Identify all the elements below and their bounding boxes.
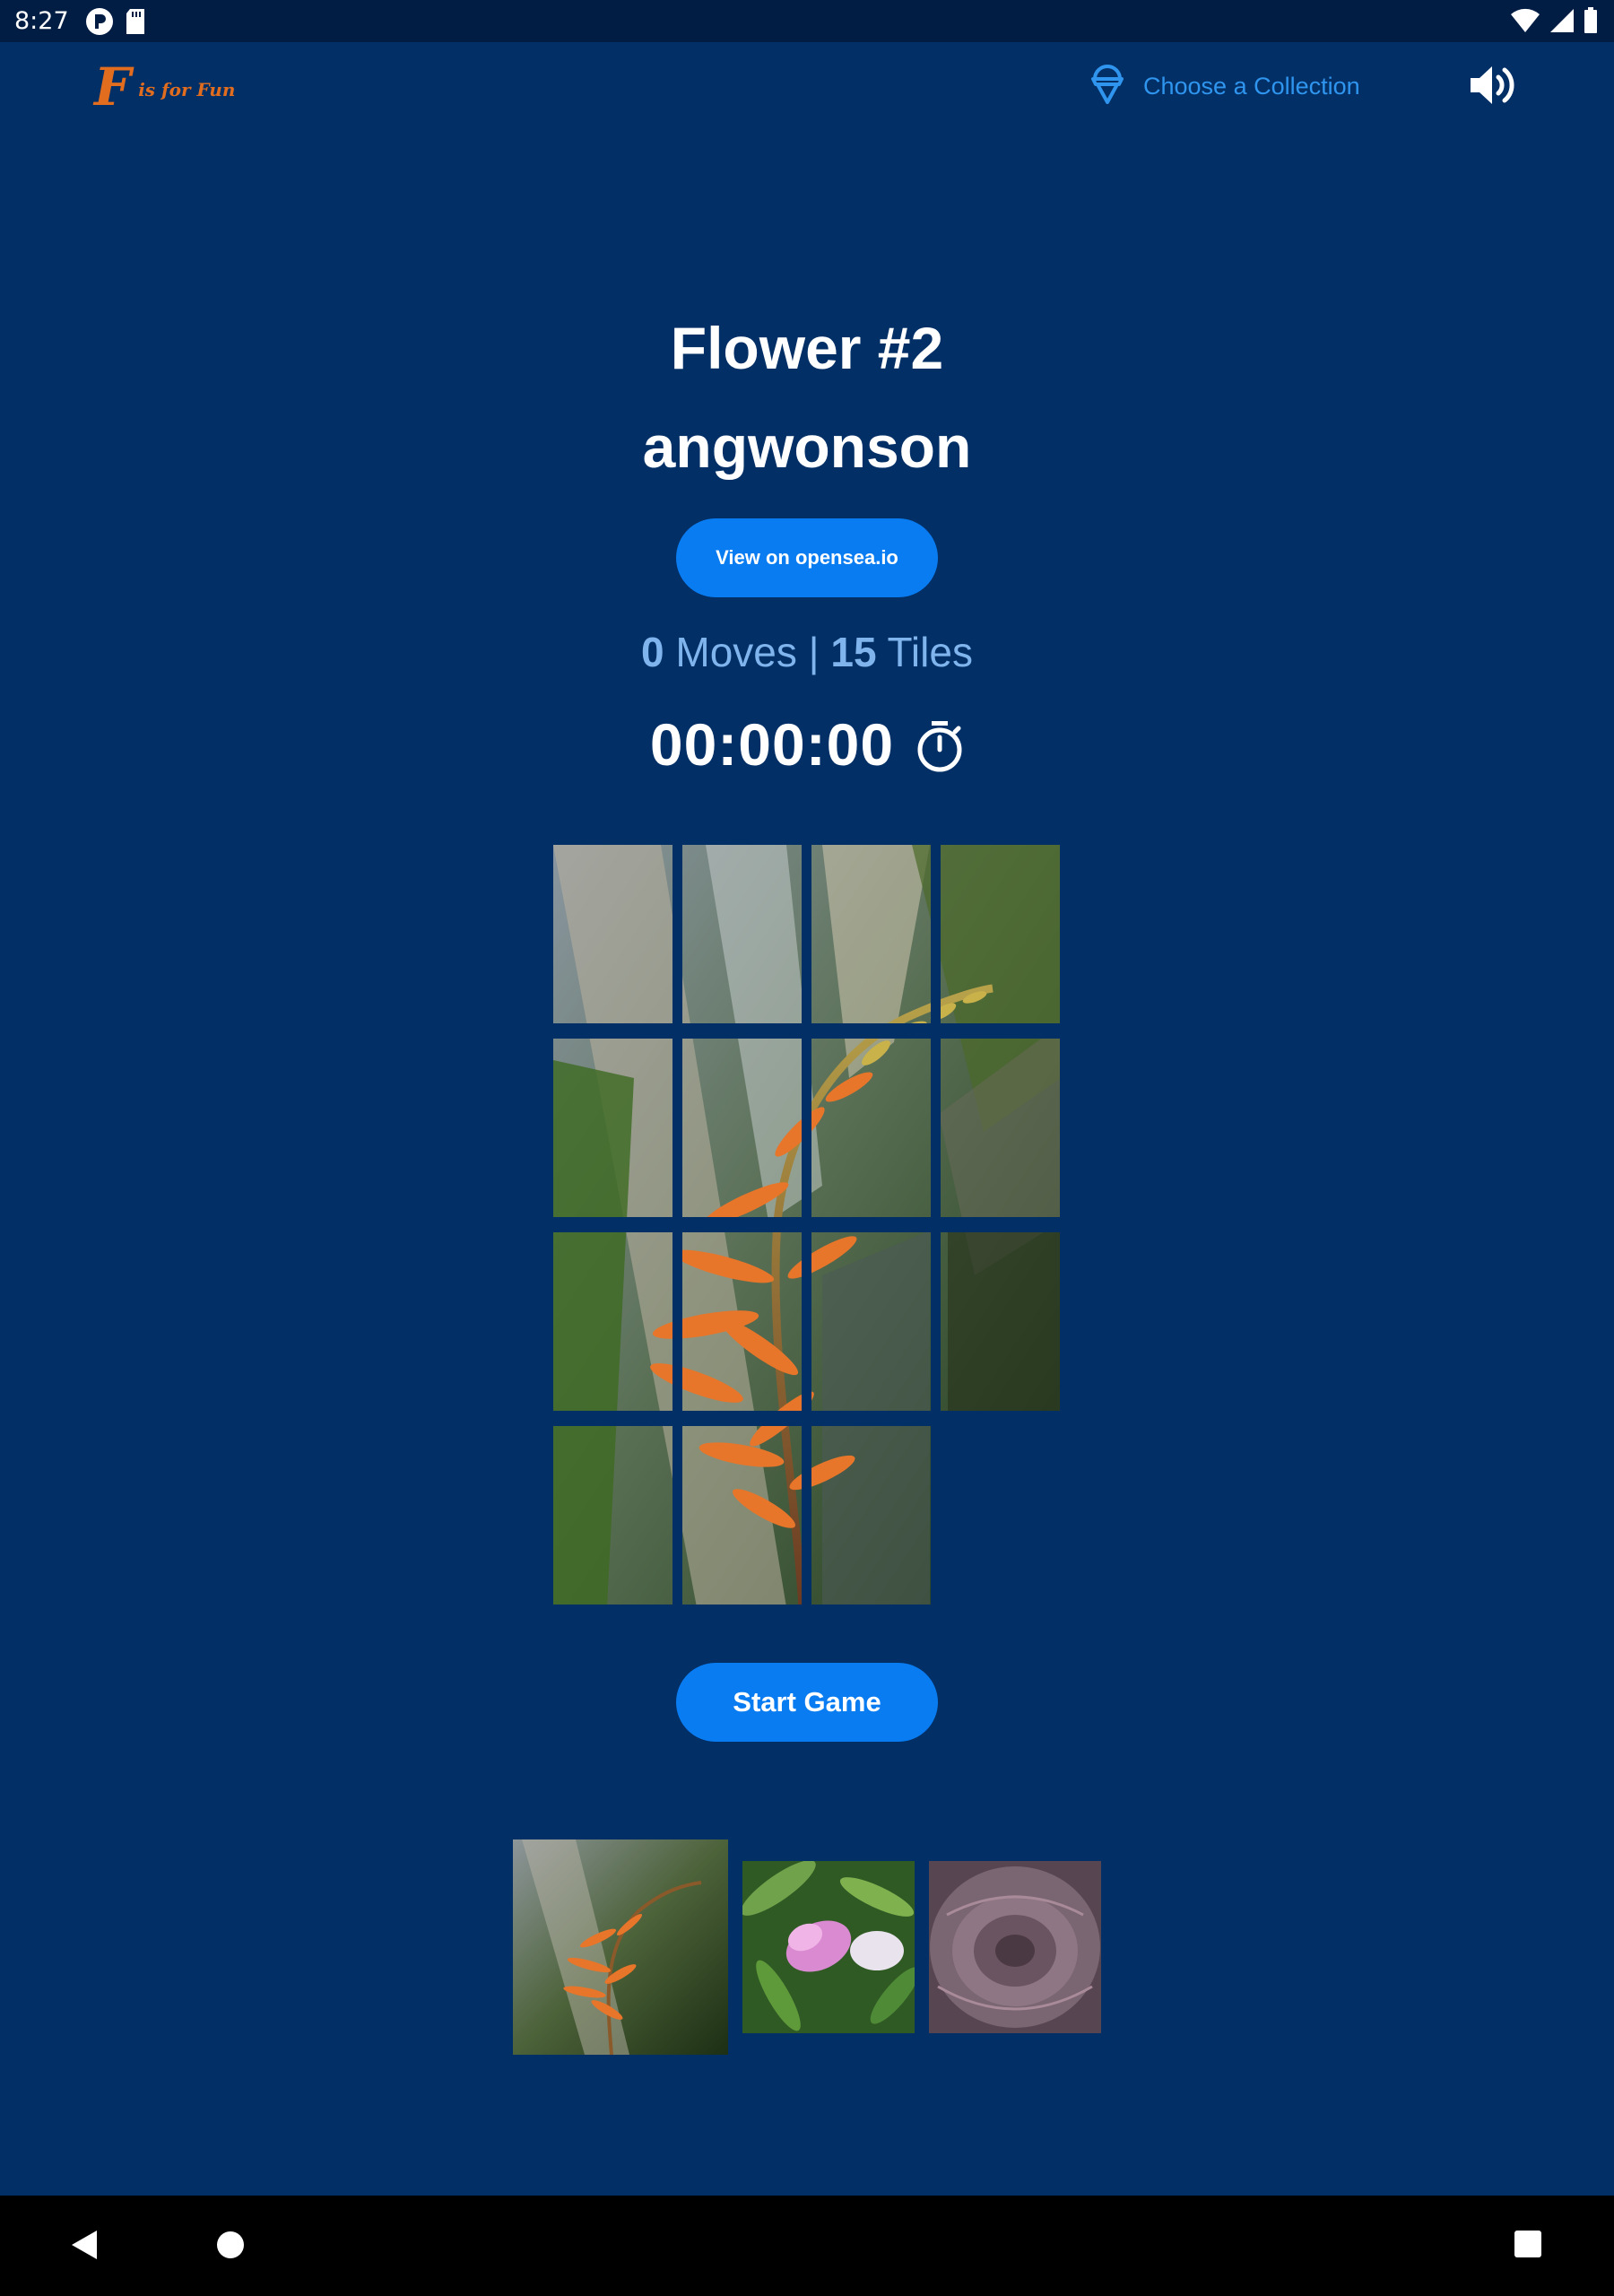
- status-bar: 8:27: [0, 0, 1614, 42]
- thumb-pink-flower[interactable]: [742, 1861, 915, 2033]
- puzzle-tile-11[interactable]: [811, 1232, 931, 1411]
- puzzle-tile-4[interactable]: [941, 845, 1060, 1023]
- puzzle-tile-3[interactable]: [811, 845, 931, 1023]
- logo-letter: F: [94, 57, 132, 117]
- ice-cream-icon: [1089, 65, 1125, 109]
- puzzle-tile-9[interactable]: [553, 1232, 672, 1411]
- game-stats: 0 Moves | 15 Tiles: [0, 628, 1614, 676]
- artwork-artist: angwonson: [642, 413, 972, 480]
- app-logo[interactable]: F is for Fun: [94, 61, 235, 113]
- puzzle-tile-14[interactable]: [682, 1426, 802, 1605]
- status-time: 8:27: [14, 7, 69, 35]
- moves-label: Moves: [675, 629, 797, 675]
- puzzle-board: [553, 845, 1061, 1607]
- thumb-succulent[interactable]: [929, 1861, 1101, 2033]
- start-game-button[interactable]: Start Game: [676, 1663, 938, 1742]
- puzzle-tile-13[interactable]: [553, 1426, 672, 1605]
- artwork-title: Flower #2: [670, 315, 944, 381]
- puzzle-tile-2[interactable]: [682, 845, 802, 1023]
- puzzle-tile-8[interactable]: [941, 1039, 1060, 1217]
- puzzle-tile-12[interactable]: [941, 1232, 1060, 1411]
- tiles-count: 15: [830, 629, 877, 675]
- puzzle-tile-10[interactable]: [682, 1232, 802, 1411]
- logo-text: is for Fun: [138, 79, 236, 100]
- cell-signal-icon: [1549, 8, 1575, 38]
- puzzle-tile-6[interactable]: [682, 1039, 802, 1217]
- puzzle-tile-15[interactable]: [811, 1426, 931, 1605]
- stopwatch-icon: [915, 719, 964, 778]
- choose-collection-button[interactable]: Choose a Collection: [1089, 65, 1360, 109]
- volume-icon: [1469, 66, 1517, 111]
- game-timer: 00:00:00: [0, 710, 1614, 778]
- puzzle-tile-1[interactable]: [553, 845, 672, 1023]
- tiles-label: Tiles: [887, 629, 973, 675]
- stats-separator: |: [808, 629, 820, 675]
- wifi-icon: [1510, 8, 1540, 38]
- app-notification-icon: [85, 7, 114, 36]
- navigation-bar: [0, 2196, 1614, 2296]
- battery-icon: [1584, 7, 1598, 39]
- choose-collection-label: Choose a Collection: [1143, 73, 1360, 100]
- thumb-orange-flower[interactable]: [513, 1839, 728, 2055]
- view-on-opensea-button[interactable]: View on opensea.io: [676, 518, 938, 597]
- sd-card-icon: [125, 8, 146, 35]
- sound-toggle-button[interactable]: [1469, 63, 1517, 112]
- timer-value: 00:00:00: [649, 711, 895, 778]
- home-icon[interactable]: [216, 2231, 245, 2264]
- puzzle-tile-5[interactable]: [553, 1039, 672, 1217]
- moves-count: 0: [641, 629, 664, 675]
- back-icon[interactable]: [70, 2230, 99, 2265]
- recents-icon[interactable]: [1514, 2230, 1542, 2263]
- puzzle-tile-7[interactable]: [811, 1039, 931, 1217]
